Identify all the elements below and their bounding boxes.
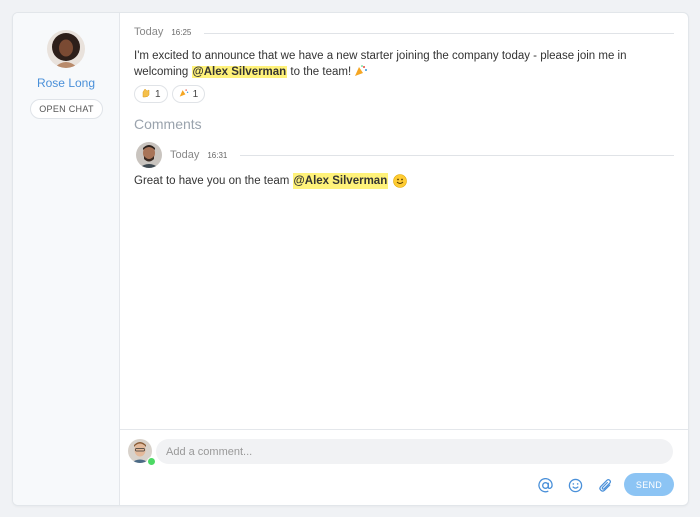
smiley-icon xyxy=(393,174,408,188)
at-mention-icon[interactable] xyxy=(536,476,554,494)
comment-input[interactable] xyxy=(156,439,673,464)
author-name[interactable]: Rose Long xyxy=(13,76,119,90)
comment-body: Great to have you on the team @Alex Silv… xyxy=(134,173,408,189)
reaction-list: 1 1 xyxy=(134,85,206,103)
author-avatar[interactable] xyxy=(47,30,85,68)
party-popper-icon xyxy=(354,65,368,77)
composer-divider xyxy=(120,429,688,430)
online-status-indicator xyxy=(147,457,156,466)
post-meta: Today 16:25 xyxy=(134,26,191,38)
reaction-party[interactable]: 1 xyxy=(171,85,206,103)
comments-heading: Comments xyxy=(134,116,202,132)
post-card: Rose Long OPEN CHAT Today 16:25 I'm exci… xyxy=(12,12,689,506)
clap-icon xyxy=(141,88,151,101)
comment-divider xyxy=(240,155,674,156)
open-chat-button[interactable]: OPEN CHAT xyxy=(30,99,103,119)
reaction-count: 1 xyxy=(155,88,161,100)
reaction-clap[interactable]: 1 xyxy=(134,85,168,103)
post-time: 16:25 xyxy=(171,27,192,37)
post-day: Today xyxy=(134,26,164,38)
post-text-after: to the team! xyxy=(287,66,352,78)
comment-time: 16:31 xyxy=(207,150,228,160)
comment-day: Today xyxy=(170,149,200,161)
post-main: Today 16:25 I'm excited to announce that… xyxy=(120,13,688,505)
author-panel: Rose Long OPEN CHAT xyxy=(13,13,120,505)
comment-text: Great to have you on the team xyxy=(134,175,293,187)
party-popper-icon xyxy=(179,88,189,101)
comment-mention[interactable]: @Alex Silverman xyxy=(292,173,389,189)
post-body: I'm excited to announce that we have a n… xyxy=(134,48,674,80)
emoji-icon[interactable] xyxy=(566,476,584,494)
reaction-count: 1 xyxy=(192,88,199,100)
comment-meta: Today 16:31 xyxy=(170,149,227,161)
post-divider xyxy=(204,33,674,34)
post-mention[interactable]: @Alex Silverman xyxy=(191,66,288,78)
commenter-avatar[interactable] xyxy=(136,142,162,168)
send-button[interactable]: SEND xyxy=(624,473,674,496)
paperclip-icon[interactable] xyxy=(596,476,614,494)
